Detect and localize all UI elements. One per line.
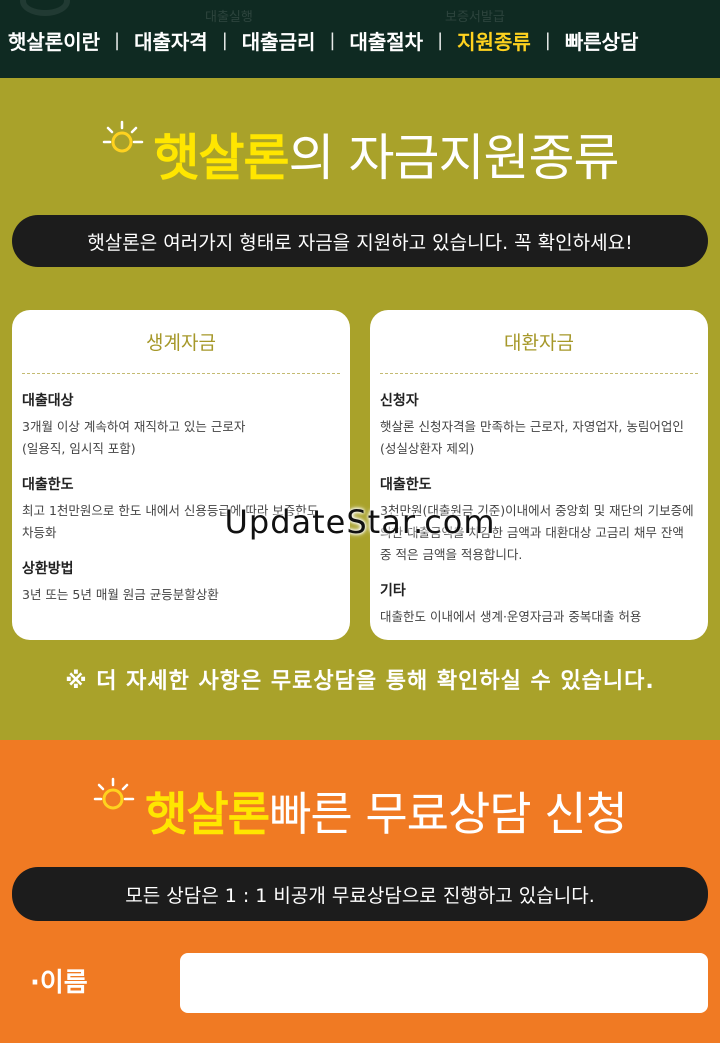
funding-subtitle-pill: 햇살론은 여러가지 형태로 자금을 지원하고 있습니다. 꼭 확인하세요! <box>12 215 708 267</box>
card-item: 상환방법 3년 또는 5년 매월 원금 균등분할상환 <box>22 558 340 606</box>
card-item-title: 기타 <box>380 583 406 599</box>
nav-item-support-types[interactable]: 지원종류 <box>457 26 531 55</box>
nav-item-interest-rate[interactable]: 대출금리 <box>242 26 316 55</box>
consult-title-rest: 빠른 무료상담 신청 <box>269 787 628 841</box>
funding-title: 햇살론 의 자금지원종류 <box>0 118 720 190</box>
nav-item-intro[interactable]: 햇살론이란 <box>8 26 100 55</box>
card-living-funds: 생계자금 대출대상 3개월 이상 계속하여 재직하고 있는 근로자 (일용직, … <box>12 310 350 640</box>
nav-separator: | <box>114 30 121 51</box>
sun-icon <box>102 120 143 153</box>
nav-ghost-text: 보증서발급 <box>445 10 505 25</box>
name-input[interactable] <box>180 953 708 1013</box>
consult-section: 햇살론 빠른 무료상담 신청 모든 상담은 1 : 1 비공개 무료상담으로 진… <box>0 740 720 1043</box>
card-item-title: 신청자 <box>380 393 419 409</box>
nav-item-qualification[interactable]: 대출자격 <box>134 26 208 55</box>
nav-item-quick-consult[interactable]: 빠른상담 <box>565 26 639 55</box>
card-item-title: 대출한도 <box>380 477 432 493</box>
ghost-logo <box>20 0 70 16</box>
nav-ghost-text: 대출실행 <box>205 10 253 25</box>
consult-subtitle-pill: 모든 상담은 1 : 1 비공개 무료상담으로 진행하고 있습니다. <box>12 867 708 921</box>
card-item-desc: 햇살론 신청자격을 만족하는 근로자, 자영업자, 농림어업인 (성실상환자 제… <box>380 419 684 456</box>
card-item-title: 대출한도 <box>22 477 74 493</box>
card-item-title: 대출대상 <box>22 393 74 409</box>
nav-separator: | <box>221 30 228 51</box>
name-label: ·이름 <box>30 968 88 998</box>
card-item: 기타 대출한도 이내에서 생계·운영자금과 중복대출 허용 <box>380 580 698 628</box>
consult-note: ※ 더 자세한 사항은 무료상담을 통해 확인하실 수 있습니다. <box>65 669 655 694</box>
card-item-desc: 대출한도 이내에서 생계·운영자금과 중복대출 허용 <box>380 609 642 624</box>
nav-separator: | <box>544 30 551 51</box>
card-item-title: 상환방법 <box>22 561 74 577</box>
top-nav: 대출실행 보증서발급 햇살론이란 | 대출자격 | 대출금리 | 대출절차 | … <box>0 0 720 78</box>
funding-title-rest: 의 자금지원종류 <box>288 129 620 187</box>
watermark-text: UpdateStar.com <box>224 503 496 541</box>
nav-separator: | <box>437 30 444 51</box>
nav-separator: | <box>329 30 336 51</box>
card-item-desc: 3개월 이상 계속하여 재직하고 있는 근로자 (일용직, 임시직 포함) <box>22 419 246 456</box>
funding-title-brand: 햇살론 <box>153 129 290 187</box>
card-item: 신청자 햇살론 신청자격을 만족하는 근로자, 자영업자, 농림어업인 (성실상… <box>380 390 698 460</box>
nav-row: 햇살론이란 | 대출자격 | 대출금리 | 대출절차 | 지원종류 | 빠른상담 <box>0 26 720 55</box>
card-item: 대출대상 3개월 이상 계속하여 재직하고 있는 근로자 (일용직, 임시직 포… <box>22 390 340 460</box>
funding-section: 햇살론 의 자금지원종류 햇살론은 여러가지 형태로 자금을 지원하고 있습니다.… <box>0 78 720 740</box>
card-heading: 생계자금 <box>22 310 340 374</box>
consult-title: 햇살론 빠른 무료상담 신청 <box>0 777 720 844</box>
nav-item-procedure[interactable]: 대출절차 <box>349 26 423 55</box>
card-refinance-funds: 대환자금 신청자 햇살론 신청자격을 만족하는 근로자, 자영업자, 농림어업인… <box>370 310 708 640</box>
card-item-desc: 3년 또는 5년 매월 원금 균등분할상환 <box>22 587 219 602</box>
sun-icon <box>93 777 135 810</box>
consult-title-brand: 햇살론 <box>145 787 270 841</box>
card-heading: 대환자금 <box>380 310 698 374</box>
